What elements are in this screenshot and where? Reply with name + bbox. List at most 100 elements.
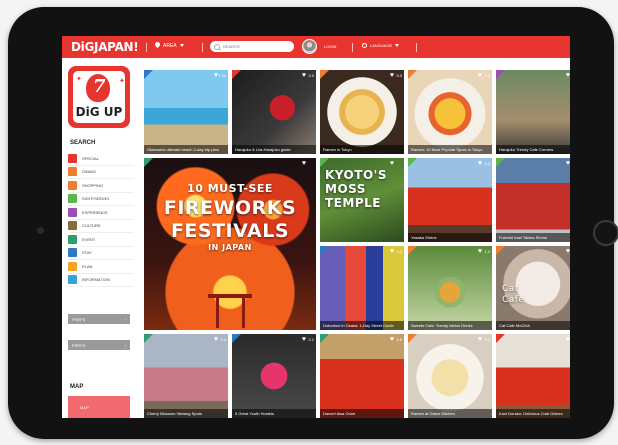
menu-item[interactable]: SHOPPING [68,179,134,193]
article-tile[interactable]: ♥ 2.1 5 Great Youth Hostels [232,334,316,418]
heart-icon[interactable]: ♥ [390,72,394,79]
heart-icon[interactable]: ♥ [390,248,394,255]
like-count: 2.5 [396,337,402,342]
category-menu: SPECIAL DINING SHOPPING SIGHTSEEING EXPERIEN… [68,152,134,287]
chevron-right-icon: › [124,342,126,348]
heart-icon[interactable]: ♥ [390,160,394,167]
article-tile[interactable]: ♥3.5CatCafeCat Cafe MoCHA [496,246,570,330]
tile-caption: Cat Cafe MoCHA [496,321,570,330]
avatar[interactable] [302,39,317,54]
article-tile[interactable]: ♥ 7.3 Ramen: 10 Most Popular Spots in Toky… [408,70,492,154]
article-tile[interactable]: ♥1.3Harajuku Trendy Cafe Corners [496,70,570,154]
category-corner-badge [320,158,329,167]
header-divider [416,43,417,52]
home-button[interactable] [593,220,618,246]
heart-icon[interactable]: ♥ [566,248,570,255]
pin-icon [155,42,160,49]
prefs-filter[interactable]: PREFS › [68,314,130,324]
menu-item[interactable]: SPECIAL [68,152,134,166]
like-count: 1.0k [218,73,226,78]
hand-icon [68,207,77,217]
article-tile[interactable]: ♥ 6.3 Yasaka Shrine [408,158,492,242]
feature-headline-line: 10 MUST-SEE [187,182,273,195]
article-tile[interactable]: ♥10 MUST-SEEFIREWORKSFESTIVALSIN JAPAN10… [144,158,316,330]
heart-icon[interactable]: ♥ [478,72,482,79]
heart-icon[interactable]: ♥ [390,336,394,343]
like-count: 1.4 [220,337,226,342]
article-tile[interactable]: ♥ 2.0 Harajuku & Ura-Harajuku guide [232,70,316,154]
search-box[interactable] [210,41,294,52]
dig-up-badge[interactable]: ✦ ✦ DiG UP [68,66,130,128]
heart-icon[interactable]: ♥ [566,336,570,343]
calendar-icon [68,261,77,271]
badge-text: DiG UP [75,105,123,119]
chevron-right-icon: › [124,316,126,322]
sidebar: ✦ ✦ DiG UP SEARCH SPECIALDININGSHOPPINGS… [62,58,140,418]
site-logo[interactable]: DiGJAPAN! [71,40,139,54]
heart-icon[interactable]: ♥ [214,336,218,343]
menu-item[interactable]: PLAN [68,260,134,274]
menu-item[interactable]: CULTURE [68,220,134,233]
like-count: 5.3 [396,73,402,78]
category-corner-badge [408,246,417,255]
category-corner-badge [408,70,417,79]
heart-icon[interactable]: ♥ [302,72,306,79]
category-corner-badge [320,246,329,255]
category-corner-badge [144,158,153,167]
article-tile[interactable]: ♥ 1.0k Okinawa's ultimate beach 2-day trip… [144,70,228,154]
article-tile[interactable]: ♥ 1.4 Cherry Blossom Viewing Spots [144,334,228,418]
heart-icon[interactable]: ♥ [302,160,306,167]
badge-inner: ✦ ✦ DiG UP [73,71,125,123]
article-tile[interactable]: ♥ 3.3 Dotonbori in Osaka: 1-Day Street Gui… [320,246,404,330]
heart-icon[interactable]: ♥ [478,160,482,167]
area-selector[interactable]: AREA [155,42,184,49]
article-tile[interactable]: ♥ 5.3 Ramen in Tokyo [320,70,404,154]
feature-headline-line: Cat [502,284,519,294]
feature-headline-line: IN JAPAN [208,243,252,252]
map-heading: MAP [70,384,84,390]
menu-item-label: SHOPPING [82,182,104,188]
prefs-filter-label: PREFS [72,342,86,348]
category-corner-badge [144,70,153,79]
menu-item[interactable]: DINING [68,166,134,179]
menu-item-label: INFORMATION [82,277,110,283]
map-button-label: MAP [80,404,89,410]
map-button[interactable]: MAP [68,396,130,418]
language-selector[interactable]: LANGUAGE [362,43,400,48]
menu-item[interactable]: SIGHTSEEING [68,193,134,206]
heart-icon[interactable]: ♥ [566,160,570,167]
article-tile[interactable]: ♥2.1Fushimi Inari Taisha Shrine [496,158,570,242]
feature-headline-line: TEMPLE [325,196,381,210]
search-input[interactable] [223,44,293,49]
article-tile[interactable]: ♥ 1.2 Sweets Cafe: Trendy Melon Drinks [408,246,492,330]
like-count: 3.3 [396,249,402,254]
heart-icon[interactable]: ♥ [478,336,482,343]
menu-item[interactable]: EVENT [68,233,134,247]
heart-icon[interactable]: ♥ [302,336,306,343]
heart-icon[interactable]: ♥ [566,72,570,79]
header-divider [352,43,353,52]
menu-item[interactable]: EXPERIENCE [68,206,134,220]
top-header: DiGJAPAN! AREA LOGIN LANGUAGE [62,36,570,58]
camera-lens [37,227,44,234]
article-tile[interactable]: ♥ 2.5 Dance! Awa Odori [320,334,404,418]
login-link[interactable]: LOGIN [324,44,336,49]
prefs-filter-secondary[interactable]: PREFS › [68,340,130,350]
menu-item[interactable]: INFORMATION [68,274,134,287]
heart-icon[interactable]: ♥ [478,248,482,255]
tile-caption: Harajuku & Ura-Harajuku guide [232,145,316,154]
menu-item-label: STAY [82,250,92,256]
article-tile[interactable]: ♥KYOTO'SMOSSTEMPLEKyoto's Moss Temple [320,158,404,242]
menu-item[interactable]: STAY [68,247,134,260]
menu-item-label: SPECIAL [82,155,99,161]
tile-caption: Okinawa's ultimate beach 2-day trip plan [144,145,228,154]
heart-icon[interactable]: ♥ [214,72,218,79]
torii-pillar [216,298,219,328]
menu-item-label: SIGHTSEEING [82,196,110,202]
tile-caption: Sweets Cafe: Trendy Melon Drinks [408,321,492,330]
article-tile[interactable]: ♥ 3.2 Ramen at Grace Kitchen [408,334,492,418]
category-corner-badge [496,158,505,167]
prefs-filter-label: PREFS [72,316,86,322]
bed-icon [68,248,77,258]
article-tile[interactable]: ♥1.0Kani Doraku: Delicious Crab Dishes [496,334,570,418]
